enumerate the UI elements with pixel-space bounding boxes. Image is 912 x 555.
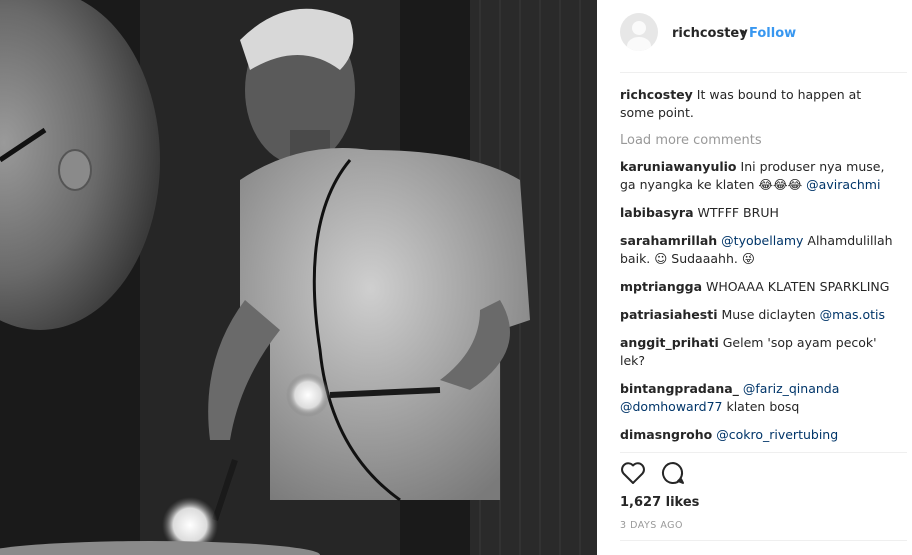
caption-username[interactable]: richcostey <box>620 87 693 102</box>
comment-username[interactable]: bintangpradana_ <box>620 381 739 396</box>
comment-mention[interactable]: @cokro_rivertubing <box>716 427 838 442</box>
comment-row: sarahamrillah @tyobellamy Alhamdulillah … <box>620 232 895 268</box>
separator-dot: • <box>739 26 747 41</box>
header-divider <box>620 72 907 73</box>
comment-mention[interactable]: @tyobellamy <box>721 233 803 248</box>
load-more-comments[interactable]: Load more comments <box>620 132 895 150</box>
comment-row: bintangpradana_ @fariz_qinanda @domhowar… <box>620 380 895 416</box>
comment-text: WHOAAA KLATEN SPARKLING <box>706 279 890 294</box>
action-bar <box>620 461 740 487</box>
comment-text: Muse diclayten <box>721 307 820 322</box>
default-avatar-icon <box>627 21 651 51</box>
comment-container: karuniawanyulio Ini produser nya muse, g… <box>620 158 895 452</box>
comment-username[interactable]: mptriangga <box>620 279 702 294</box>
likes-count[interactable]: 1,627 likes <box>620 495 699 510</box>
avatar[interactable] <box>620 13 658 51</box>
post-photo[interactable] <box>0 0 597 555</box>
follow-button[interactable]: Follow <box>749 26 796 41</box>
comments-divider <box>620 452 907 453</box>
comment-text: WTFFF BRUH <box>697 205 779 220</box>
heart-icon[interactable] <box>620 461 646 489</box>
post-header: richcostey • Follow <box>597 0 912 73</box>
comment-row: mptriangga WHOAAA KLATEN SPARKLING <box>620 278 895 296</box>
comment-icon[interactable] <box>660 461 686 489</box>
comment-row: labibasyra WTFFF BRUH <box>620 204 895 222</box>
comments-list[interactable]: richcostey It was bound to happen at som… <box>620 86 895 452</box>
comment-row: karuniawanyulio Ini produser nya muse, g… <box>620 158 895 194</box>
comment-username[interactable]: patriasiahesti <box>620 307 717 322</box>
post-sidebar: richcostey • Follow richcostey It was bo… <box>597 0 912 555</box>
footer-divider <box>620 540 907 541</box>
caption: richcostey It was bound to happen at som… <box>620 86 895 122</box>
comment-username[interactable]: anggit_prihati <box>620 335 719 350</box>
comment-mention[interactable]: @avirachmi <box>806 177 880 192</box>
comment-username[interactable]: labibasyra <box>620 205 694 220</box>
comment-row: dimasngroho @cokro_rivertubing <box>620 426 895 444</box>
comment-username[interactable]: karuniawanyulio <box>620 159 737 174</box>
header-username[interactable]: richcostey <box>672 26 748 41</box>
instagram-post: richcostey • Follow richcostey It was bo… <box>0 0 912 555</box>
comment-username[interactable]: dimasngroho <box>620 427 712 442</box>
comment-row: patriasiahesti Muse diclayten @mas.otis <box>620 306 895 324</box>
comment-username[interactable]: sarahamrillah <box>620 233 717 248</box>
photo-illustration <box>0 0 597 555</box>
comment-row: anggit_prihati Gelem 'sop ayam pecok' le… <box>620 334 895 370</box>
comment-mention[interactable]: @mas.otis <box>820 307 885 322</box>
post-date[interactable]: 3 DAYS AGO <box>620 520 683 531</box>
comment-text-after: klaten bosq <box>722 399 800 414</box>
